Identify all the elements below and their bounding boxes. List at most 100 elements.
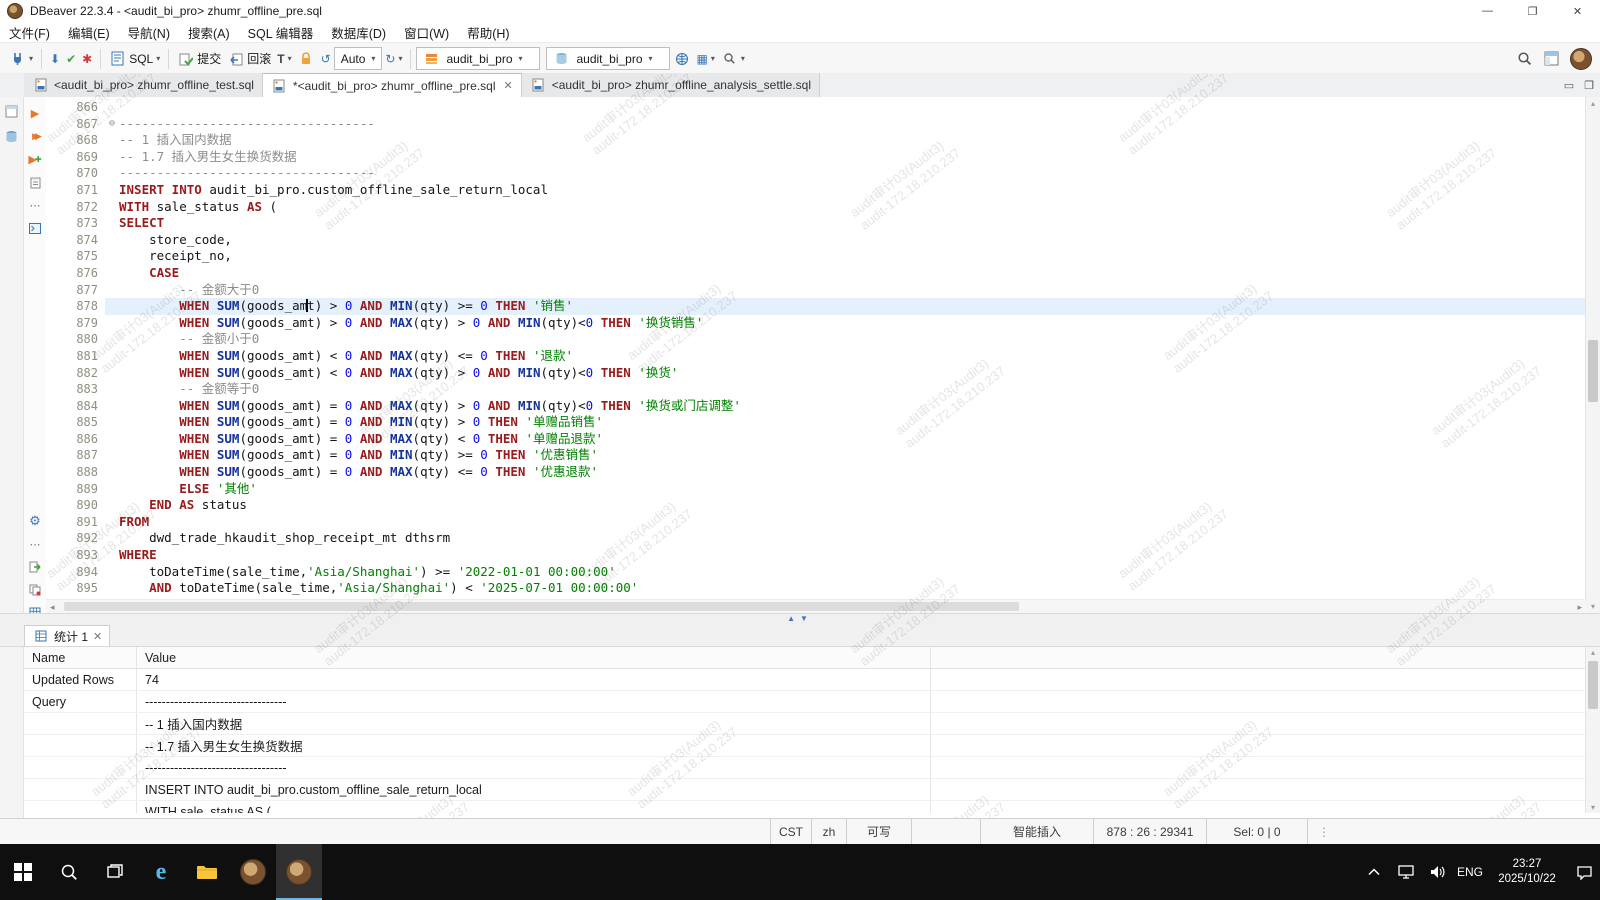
network-icon[interactable] bbox=[1390, 844, 1422, 900]
code-line[interactable]: 894 toDateTime(sale_time,'Asia/Shanghai'… bbox=[46, 564, 1586, 581]
sql-code-editor[interactable]: 866867⊖---------------------------------… bbox=[46, 97, 1586, 601]
more-actions-icon[interactable]: ⋯ bbox=[27, 197, 43, 213]
code-line[interactable]: 872WITH sale_status AS ( bbox=[46, 199, 1586, 216]
ime-indicator[interactable]: ENG bbox=[1454, 844, 1486, 900]
code-line[interactable]: 885 WHEN SUM(goods_amt) = 0 AND MIN(qty)… bbox=[46, 414, 1586, 431]
code-line[interactable]: 869-- 1.7 插入男生女生换货数据 bbox=[46, 149, 1586, 166]
code-line[interactable]: 879 WHEN SUM(goods_amt) > 0 AND MAX(qty)… bbox=[46, 315, 1586, 332]
menu-file[interactable]: 文件(F) bbox=[0, 22, 59, 42]
export-result-icon[interactable] bbox=[27, 559, 43, 575]
start-button[interactable] bbox=[0, 844, 46, 900]
auto-refresh-button[interactable]: ↺ bbox=[318, 47, 334, 71]
table-row[interactable]: Updated Rows74 bbox=[24, 669, 1586, 691]
file-explorer-button[interactable] bbox=[184, 844, 230, 900]
code-line[interactable]: 876 CASE bbox=[46, 265, 1586, 282]
minimize-button[interactable]: — bbox=[1465, 0, 1510, 22]
result-cell-value[interactable]: ---------------------------------- bbox=[137, 691, 931, 712]
code-line[interactable]: 880 -- 金额小于0 bbox=[46, 331, 1586, 348]
column-header-value[interactable]: Value bbox=[137, 647, 931, 668]
splitter-collapse-icons[interactable]: ▲▼ bbox=[787, 614, 813, 624]
result-cell-value[interactable]: -- 1 插入国内数据 bbox=[137, 713, 931, 734]
volume-icon[interactable] bbox=[1422, 844, 1454, 900]
status-caret-position[interactable]: 878 : 26 : 29341 bbox=[1093, 819, 1206, 844]
commit-mode-combo[interactable]: Auto ▾ bbox=[334, 47, 383, 70]
code-line[interactable]: 888 WHEN SUM(goods_amt) = 0 AND MAX(qty)… bbox=[46, 464, 1586, 481]
result-cell-name[interactable]: Updated Rows bbox=[24, 669, 137, 690]
menu-database[interactable]: 数据库(D) bbox=[322, 22, 395, 42]
code-line[interactable]: 871INSERT INTO audit_bi_pro.custom_offli… bbox=[46, 182, 1586, 199]
menu-help[interactable]: 帮助(H) bbox=[458, 22, 518, 42]
execute-script-icon[interactable]: ▶▶ bbox=[27, 128, 43, 144]
lock-button[interactable] bbox=[295, 47, 318, 71]
maximize-view-icon[interactable]: ❐ bbox=[1584, 79, 1594, 92]
new-connection-button[interactable]: ▾ bbox=[6, 47, 36, 71]
code-line[interactable]: 877 -- 金额大于0 bbox=[46, 282, 1586, 299]
scroll-down-icon[interactable]: ▾ bbox=[1586, 602, 1600, 611]
code-line[interactable]: 882 WHEN SUM(goods_amt) < 0 AND MAX(qty)… bbox=[46, 365, 1586, 382]
minimize-view-icon[interactable]: ▭ bbox=[1564, 79, 1574, 92]
code-line[interactable]: 884 WHEN SUM(goods_amt) = 0 AND MAX(qty)… bbox=[46, 398, 1586, 415]
quick-search-icon[interactable] bbox=[1516, 50, 1533, 67]
tab-zhumr-offline-pre[interactable]: *<audit_bi_pro> zhumr_offline_pre.sql ✕ bbox=[263, 73, 522, 97]
more-options-icon[interactable]: ⋯ bbox=[27, 536, 43, 552]
code-line[interactable]: 893WHERE bbox=[46, 547, 1586, 564]
code-line[interactable]: 895 AND toDateTime(sale_time,'Asia/Shang… bbox=[46, 580, 1586, 597]
tab-close-icon[interactable]: ✕ bbox=[504, 79, 513, 92]
result-cell-value[interactable]: 74 bbox=[137, 669, 931, 690]
scroll-left-icon[interactable]: ◂ bbox=[50, 600, 55, 614]
results-tab-close-icon[interactable]: ✕ bbox=[93, 630, 102, 643]
result-cell-value[interactable]: WITH sale_status AS ( bbox=[137, 801, 931, 813]
column-header-name[interactable]: Name bbox=[24, 647, 137, 668]
scroll-down-icon[interactable]: ▾ bbox=[1586, 803, 1600, 812]
code-line[interactable]: 890 END AS status bbox=[46, 497, 1586, 514]
code-line[interactable]: 881 WHEN SUM(goods_amt) < 0 AND MAX(qty)… bbox=[46, 348, 1586, 365]
scroll-right-icon[interactable]: ▸ bbox=[1577, 600, 1582, 614]
code-line[interactable]: 891FROM bbox=[46, 514, 1586, 531]
transaction-mode-dropdown[interactable]: T ▾ bbox=[274, 47, 294, 71]
rollback-button[interactable]: 回滚 bbox=[224, 47, 274, 71]
results-vertical-scrollbar[interactable]: ▴ ▾ bbox=[1585, 647, 1600, 813]
restore-button[interactable]: ❐ bbox=[1510, 0, 1555, 22]
result-cell-name[interactable] bbox=[24, 735, 137, 756]
apply-changes-button[interactable]: ✔ bbox=[63, 47, 79, 71]
result-cell-value[interactable]: ---------------------------------- bbox=[137, 757, 931, 778]
code-line[interactable]: 883 -- 金额等于0 bbox=[46, 381, 1586, 398]
refresh-dropdown[interactable]: ↻▾ bbox=[382, 47, 405, 71]
close-button[interactable]: ✕ bbox=[1555, 0, 1600, 22]
table-row[interactable]: -- 1 插入国内数据 bbox=[24, 713, 1586, 735]
code-line[interactable]: 875 receipt_no, bbox=[46, 248, 1586, 265]
menu-window[interactable]: 窗口(W) bbox=[395, 22, 458, 42]
tray-chevron-up-icon[interactable] bbox=[1358, 844, 1390, 900]
table-row[interactable]: -- 1.7 插入男生女生换货数据 bbox=[24, 735, 1586, 757]
editor-vertical-scrollbar[interactable]: ▴ ▾ bbox=[1585, 97, 1600, 613]
execute-statement-icon[interactable]: ▶ bbox=[27, 105, 43, 121]
result-cell-value[interactable]: -- 1.7 插入男生女生换货数据 bbox=[137, 735, 931, 756]
dbeaver-taskbar-button[interactable] bbox=[230, 844, 276, 900]
scrollbar-thumb[interactable] bbox=[64, 602, 1019, 611]
internet-explorer-button[interactable]: e bbox=[138, 844, 184, 900]
action-center-icon[interactable] bbox=[1568, 844, 1600, 900]
abort-button[interactable]: ✱ bbox=[79, 47, 95, 71]
sql-editor-dropdown[interactable]: SQL ▾ bbox=[106, 47, 163, 71]
globe-button[interactable] bbox=[670, 47, 693, 71]
fetch-data-button[interactable]: ⬇ bbox=[47, 47, 63, 71]
restore-panel-icon[interactable] bbox=[4, 103, 20, 119]
open-console-icon[interactable] bbox=[27, 220, 43, 236]
code-line[interactable]: 868-- 1 插入国内数据 bbox=[46, 132, 1586, 149]
taskbar-clock[interactable]: 23:27 2025/10/22 bbox=[1486, 857, 1568, 887]
result-cell-name[interactable] bbox=[24, 779, 137, 800]
code-line[interactable]: 892 dwd_trade_hkaudit_shop_receipt_mt dt… bbox=[46, 530, 1586, 547]
code-line[interactable]: 873SELECT bbox=[46, 215, 1586, 232]
scroll-up-icon[interactable]: ▴ bbox=[1586, 99, 1600, 108]
scrollbar-thumb[interactable] bbox=[1588, 340, 1598, 402]
table-row[interactable]: WITH sale_status AS ( bbox=[24, 801, 1586, 813]
table-row[interactable]: INSERT INTO audit_bi_pro.custom_offline_… bbox=[24, 779, 1586, 801]
commit-button[interactable]: 提交 bbox=[174, 47, 224, 71]
search-dropdown[interactable]: ▾ bbox=[718, 47, 748, 71]
code-line[interactable]: 870---------------------------------- bbox=[46, 165, 1586, 182]
code-line[interactable]: 866 bbox=[46, 99, 1586, 116]
editor-horizontal-scrollbar[interactable]: ◂ ▸ bbox=[46, 599, 1586, 614]
tab-zhumr-offline-analysis-settle[interactable]: <audit_bi_pro> zhumr_offline_analysis_se… bbox=[522, 73, 820, 97]
result-cell-value[interactable]: INSERT INTO audit_bi_pro.custom_offline_… bbox=[137, 779, 931, 800]
tab-statistics[interactable]: 统计 1 ✕ bbox=[24, 625, 110, 646]
